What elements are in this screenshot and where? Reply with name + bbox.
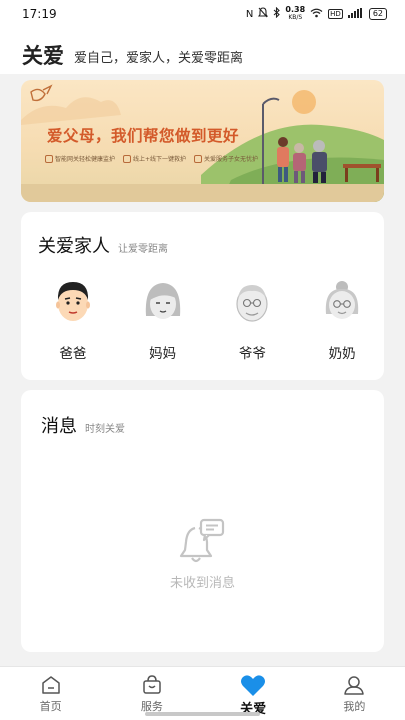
bag-icon	[143, 675, 161, 694]
mute-icon	[258, 7, 269, 21]
banner-feature-label: 线上+线下一键救护	[133, 156, 187, 163]
care-family-subtitle: 让爱零距离	[118, 244, 168, 255]
grandfather-avatar-icon	[236, 285, 268, 322]
bell-message-icon	[179, 518, 224, 563]
speed-unit: KB/S	[288, 14, 303, 21]
banner-feature: 线上+线下一键救护	[123, 154, 186, 163]
promo-banner[interactable]: 爱父母，我们帮您做到更好 智能网关轻松健康监护 线上+线下一键救护 关爱服务子女…	[21, 80, 384, 202]
home-icon	[41, 676, 60, 694]
page-header: 关爱 爱自己，爱家人，关爱零距离	[0, 28, 405, 74]
banner-feature-label: 智能网关轻松健康监护	[55, 156, 116, 163]
person-icon	[344, 676, 365, 695]
family-member-grandfather[interactable]: 爷爷	[211, 276, 295, 362]
family-member-father[interactable]: 爸爸	[31, 276, 115, 362]
banner-title: 爱父母，我们帮您做到更好	[47, 127, 240, 145]
member-name: 爸爸	[59, 346, 87, 362]
family-members: 爸爸 妈妈 爷爷 奶奶	[21, 276, 384, 362]
family-member-grandmother[interactable]: 奶奶	[300, 276, 384, 362]
signal-icon	[347, 7, 364, 21]
nfc-icon: N	[245, 8, 254, 20]
hd-icon: HD	[328, 9, 343, 19]
member-name: 奶奶	[328, 346, 356, 362]
wifi-icon	[310, 8, 323, 21]
messages-header: 消息 时刻关爱	[41, 412, 125, 438]
care-family-title: 关爱家人	[38, 236, 110, 257]
care-family-header: 关爱家人 让爱零距离	[38, 232, 168, 258]
tab-home[interactable]: 首页	[0, 667, 101, 720]
messages-title: 消息	[41, 416, 77, 437]
grandmother-avatar-icon	[325, 281, 359, 319]
member-name: 妈妈	[149, 346, 177, 362]
speed-value: 0.38	[285, 5, 306, 14]
status-bar: 17:19 N 0.38 KB/S HD 62	[0, 0, 405, 28]
father-avatar-icon	[55, 282, 90, 321]
banner-feature: 关爱服务子女无忧护	[194, 154, 258, 163]
bluetooth-icon	[273, 6, 281, 21]
care-family-card: 关爱家人 让爱零距离 爸爸 妈妈 爷爷 奶奶	[21, 212, 384, 380]
page-title: 关爱	[22, 44, 64, 68]
banner-feature: 智能网关轻松健康监护	[45, 154, 115, 163]
battery-indicator: 62	[368, 8, 387, 20]
banner-features: 智能网关轻松健康监护 线上+线下一键救护 关爱服务子女无忧护	[45, 154, 258, 163]
status-time: 17:19	[22, 7, 57, 21]
network-speed: 0.38 KB/S	[285, 6, 305, 22]
mother-avatar-icon	[145, 283, 180, 319]
messages-card: 消息 时刻关爱 未收到消息	[21, 390, 384, 652]
member-name: 爷爷	[238, 346, 266, 362]
bird-logo	[30, 84, 53, 102]
page-subtitle: 爱自己，爱家人，关爱零距离	[74, 51, 244, 66]
heart-icon	[241, 675, 266, 696]
feature-icon	[45, 154, 53, 163]
banner-feature-label: 关爱服务子女无忧护	[204, 156, 259, 163]
messages-empty-state: 未收到消息	[21, 516, 384, 591]
tab-label: 我的	[343, 700, 366, 713]
empty-message-text: 未收到消息	[169, 576, 235, 591]
tab-mine[interactable]: 我的	[304, 667, 405, 720]
messages-subtitle: 时刻关爱	[85, 424, 125, 435]
tab-label: 首页	[39, 700, 62, 713]
feature-icon	[194, 154, 203, 163]
home-indicator	[145, 712, 260, 716]
feature-icon	[123, 154, 132, 163]
status-icons: N 0.38 KB/S HD 62	[246, 6, 387, 22]
family-member-mother[interactable]: 妈妈	[121, 276, 205, 362]
